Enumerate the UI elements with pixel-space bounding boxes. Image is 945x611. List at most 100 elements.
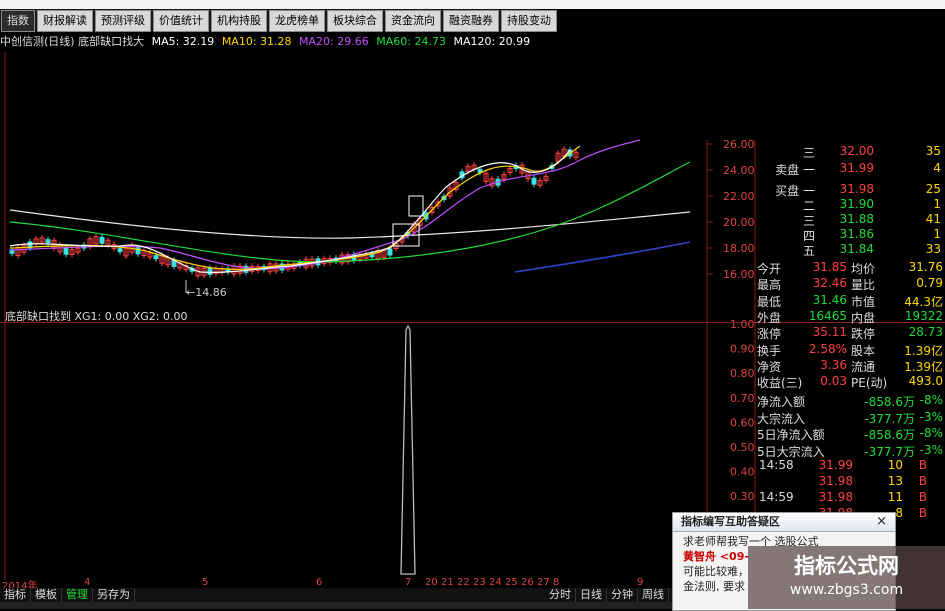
stat-label: 均价 <box>851 262 876 276</box>
stat-row: 换手 2.58% 股本 1.39亿 <box>755 342 943 358</box>
buy-row: 三 31.88 41 <box>755 212 943 228</box>
indicator-tick: 0.40 <box>730 466 755 479</box>
ma120-line <box>9 209 691 239</box>
order-level: 三 <box>802 146 815 160</box>
buy-volume: 33 <box>925 242 941 256</box>
date-tick: 6 <box>316 577 323 588</box>
watermark-logo: 指标公式网 www.zbgs3.com <box>748 546 945 609</box>
flow-row: 净流入额 -858.6万 -8% <box>755 393 943 409</box>
price-tick: 20.00 <box>723 216 755 229</box>
stat-row: 最高 32.46 量比 0.79 <box>755 276 943 292</box>
ma-lines <box>9 139 691 273</box>
stat-label: 净资 <box>757 359 782 374</box>
sell-row: 三 32.00 35 <box>755 144 943 160</box>
stat-row: 外盘 16465 内盘 19322 <box>755 309 943 325</box>
watermark-title: 指标公式网 <box>794 554 899 578</box>
flow-label: 大宗流入 <box>757 411 806 426</box>
tab[interactable]: 指标 <box>0 588 31 602</box>
price-tick: 24.00 <box>723 164 755 177</box>
flow-value: -377.7万 <box>864 444 915 459</box>
flow-value: -858.6万 <box>864 395 915 409</box>
price-tick: 16.00 <box>723 268 755 281</box>
flow-value: -858.6万 <box>864 428 915 442</box>
indicator-tick: 0.90 <box>730 343 755 356</box>
price-axis: 26.00 24.00 22.00 20.00 18.00 16.00 <box>707 138 755 281</box>
date-tick: 5 <box>202 577 209 588</box>
ma-blue-line <box>514 241 691 273</box>
date-tick: 21 <box>441 577 454 588</box>
buy-price: 31.86 <box>839 227 874 241</box>
indicator-spike <box>400 324 416 575</box>
stat-value: 2.58% <box>808 341 847 356</box>
bottom-strip <box>0 602 680 609</box>
sell-volume: 4 <box>933 161 941 175</box>
indicator-tick: 1.00 <box>730 318 755 331</box>
stat-value: 0.79 <box>916 276 943 291</box>
tab[interactable]: 另存为 <box>93 588 135 602</box>
tick-row: 14:58 31.99 10 B <box>755 458 943 474</box>
stat-value: 31.85 <box>812 260 847 274</box>
date-tick: 25 <box>505 577 518 588</box>
indicator-tick: 0.60 <box>730 416 755 429</box>
low-marker-label: ←14.86 <box>186 286 227 299</box>
buy-row: 五 31.84 33 <box>755 242 943 258</box>
stat-label: 股本 <box>851 343 876 358</box>
date-tick: 22 <box>457 577 470 588</box>
date-tick: 23 <box>473 577 486 588</box>
flow-percent: -8% <box>919 393 943 407</box>
stat-label: PE(动) <box>851 376 888 391</box>
stat-value: 28.73 <box>908 325 943 340</box>
indicator-tick: 0.50 <box>730 441 755 454</box>
tick-side: B <box>918 458 927 472</box>
flow-label: 5日大宗流入 <box>757 444 825 459</box>
buy-row: 四 31.86 1 <box>755 227 943 243</box>
tick-volume: 13 <box>887 474 903 488</box>
gap-box-small <box>408 195 424 217</box>
stat-value: 3.36 <box>820 357 847 372</box>
tick-side: B <box>918 474 927 488</box>
tick-row: 31.98 13 B <box>755 474 943 490</box>
flow-percent: -8% <box>919 426 943 440</box>
tick-volume: 10 <box>887 458 903 472</box>
stat-label: 最高 <box>757 278 782 293</box>
date-tick: 7 <box>405 577 412 588</box>
stat-value: 32.46 <box>812 276 847 291</box>
watermark-url: www.zbgs3.com <box>789 582 904 598</box>
tab[interactable]: 模板 <box>31 588 62 602</box>
stat-label: 量比 <box>851 278 876 293</box>
stat-value: 0.03 <box>820 374 847 389</box>
sell-price: 32.00 <box>839 144 874 158</box>
stat-value: 44.3亿 <box>904 294 943 309</box>
stat-label: 内盘 <box>851 310 876 325</box>
tab[interactable]: 周线 <box>638 588 669 602</box>
bottom-tabs: 指标模板管理另存为分时日线分钟周线月线 <box>0 588 700 602</box>
indicator-tick: 0.30 <box>730 490 755 503</box>
flow-row: 5日大宗流入 -377.7万 -3% <box>755 443 943 459</box>
sell-row: 卖盘 一 31.99 4 <box>755 161 943 177</box>
sell-price: 31.99 <box>839 161 874 175</box>
stat-label: 最低 <box>757 294 782 309</box>
stat-value: 31.76 <box>908 260 943 274</box>
price-tick: 26.00 <box>723 138 755 151</box>
indicator-tick: 0.80 <box>730 367 755 380</box>
tab[interactable]: 日线 <box>576 588 607 602</box>
close-icon[interactable]: × <box>876 514 887 529</box>
tick-side: B <box>918 490 927 504</box>
buy-volume: 25 <box>925 182 941 196</box>
stat-label: 换手 <box>757 343 782 358</box>
stat-label: 市值 <box>851 294 876 309</box>
date-tick: 4 <box>84 577 91 588</box>
tab[interactable]: 分时 <box>545 588 576 602</box>
indicator-tick: 0.70 <box>730 392 755 405</box>
tick-price: 31.98 <box>818 490 853 504</box>
candles <box>9 146 579 279</box>
stat-value: 16465 <box>808 308 847 323</box>
stat-value: 1.39亿 <box>904 343 943 358</box>
order-level: 五 <box>802 244 815 258</box>
flow-row: 5日净流入额 -858.6万 -8% <box>755 426 943 442</box>
tab[interactable]: 分钟 <box>607 588 638 602</box>
date-tick: 8 <box>553 577 560 588</box>
stat-label: 流通 <box>851 359 876 374</box>
date-tick: 9 <box>637 577 644 588</box>
tab[interactable]: 管理 <box>62 588 93 602</box>
